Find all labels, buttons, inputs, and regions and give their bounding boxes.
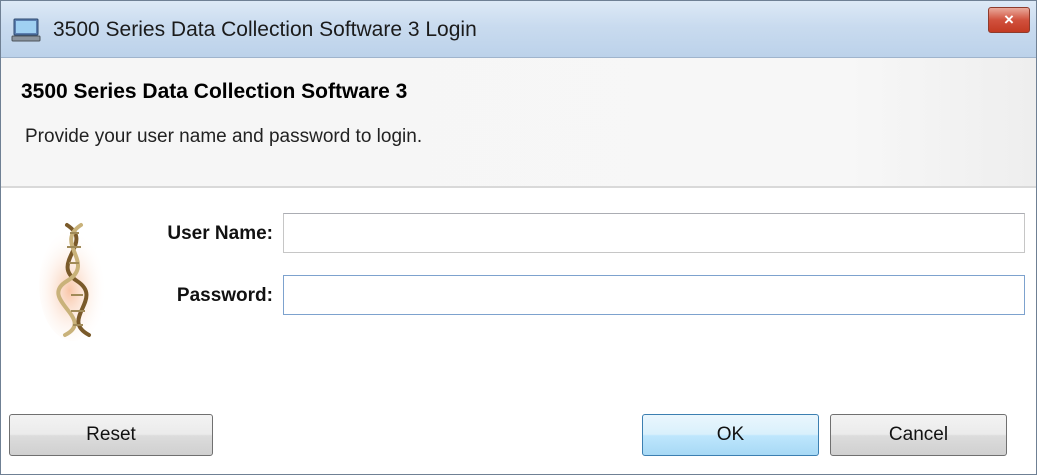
- computer-monitor-icon: [11, 18, 41, 42]
- close-icon: ×: [1004, 10, 1014, 29]
- title-bar[interactable]: 3500 Series Data Collection Software 3 L…: [1, 1, 1036, 58]
- password-label: Password:: [176, 285, 273, 306]
- window-title: 3500 Series Data Collection Software 3 L…: [53, 18, 477, 41]
- password-input[interactable]: [283, 275, 1025, 315]
- ok-button[interactable]: OK: [642, 414, 819, 456]
- dna-helix-icon: [39, 223, 107, 341]
- username-input[interactable]: [283, 213, 1025, 253]
- username-label: User Name:: [167, 223, 273, 244]
- cancel-button[interactable]: Cancel: [830, 414, 1007, 456]
- login-dialog: 3500 Series Data Collection Software 3 L…: [0, 0, 1037, 475]
- reset-button[interactable]: Reset: [9, 414, 213, 456]
- header-panel: 3500 Series Data Collection Software 3 P…: [1, 58, 1036, 188]
- dialog-instructions: Provide your user name and password to l…: [25, 126, 423, 147]
- close-button[interactable]: ×: [988, 7, 1030, 33]
- dialog-heading: 3500 Series Data Collection Software 3: [21, 80, 408, 103]
